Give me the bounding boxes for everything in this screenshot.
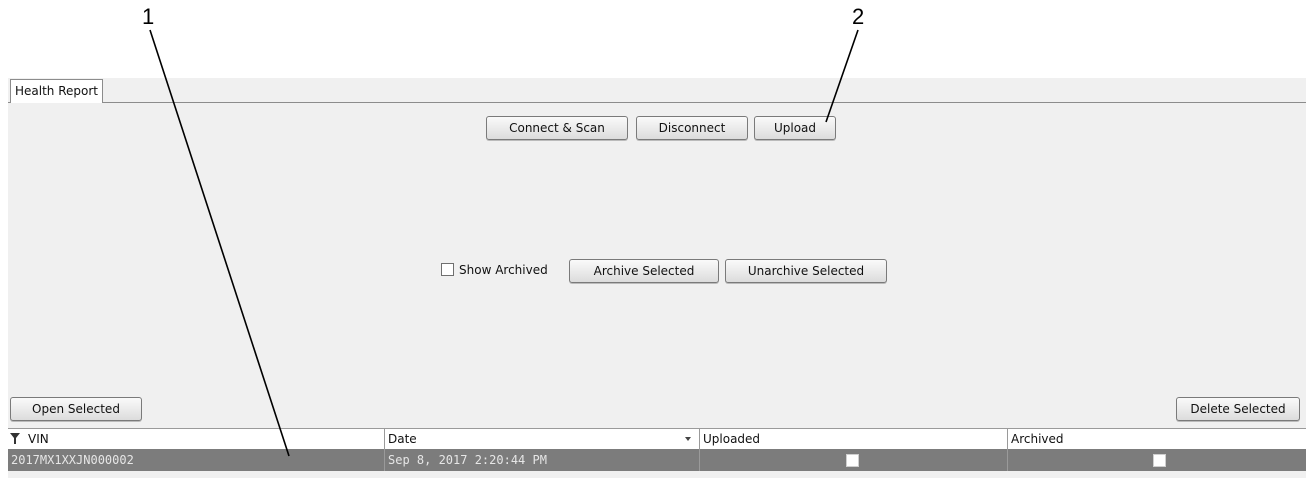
callout-1-leader [149, 29, 290, 457]
callout-2-leader [825, 29, 859, 123]
callout-leader-lines [149, 29, 859, 457]
